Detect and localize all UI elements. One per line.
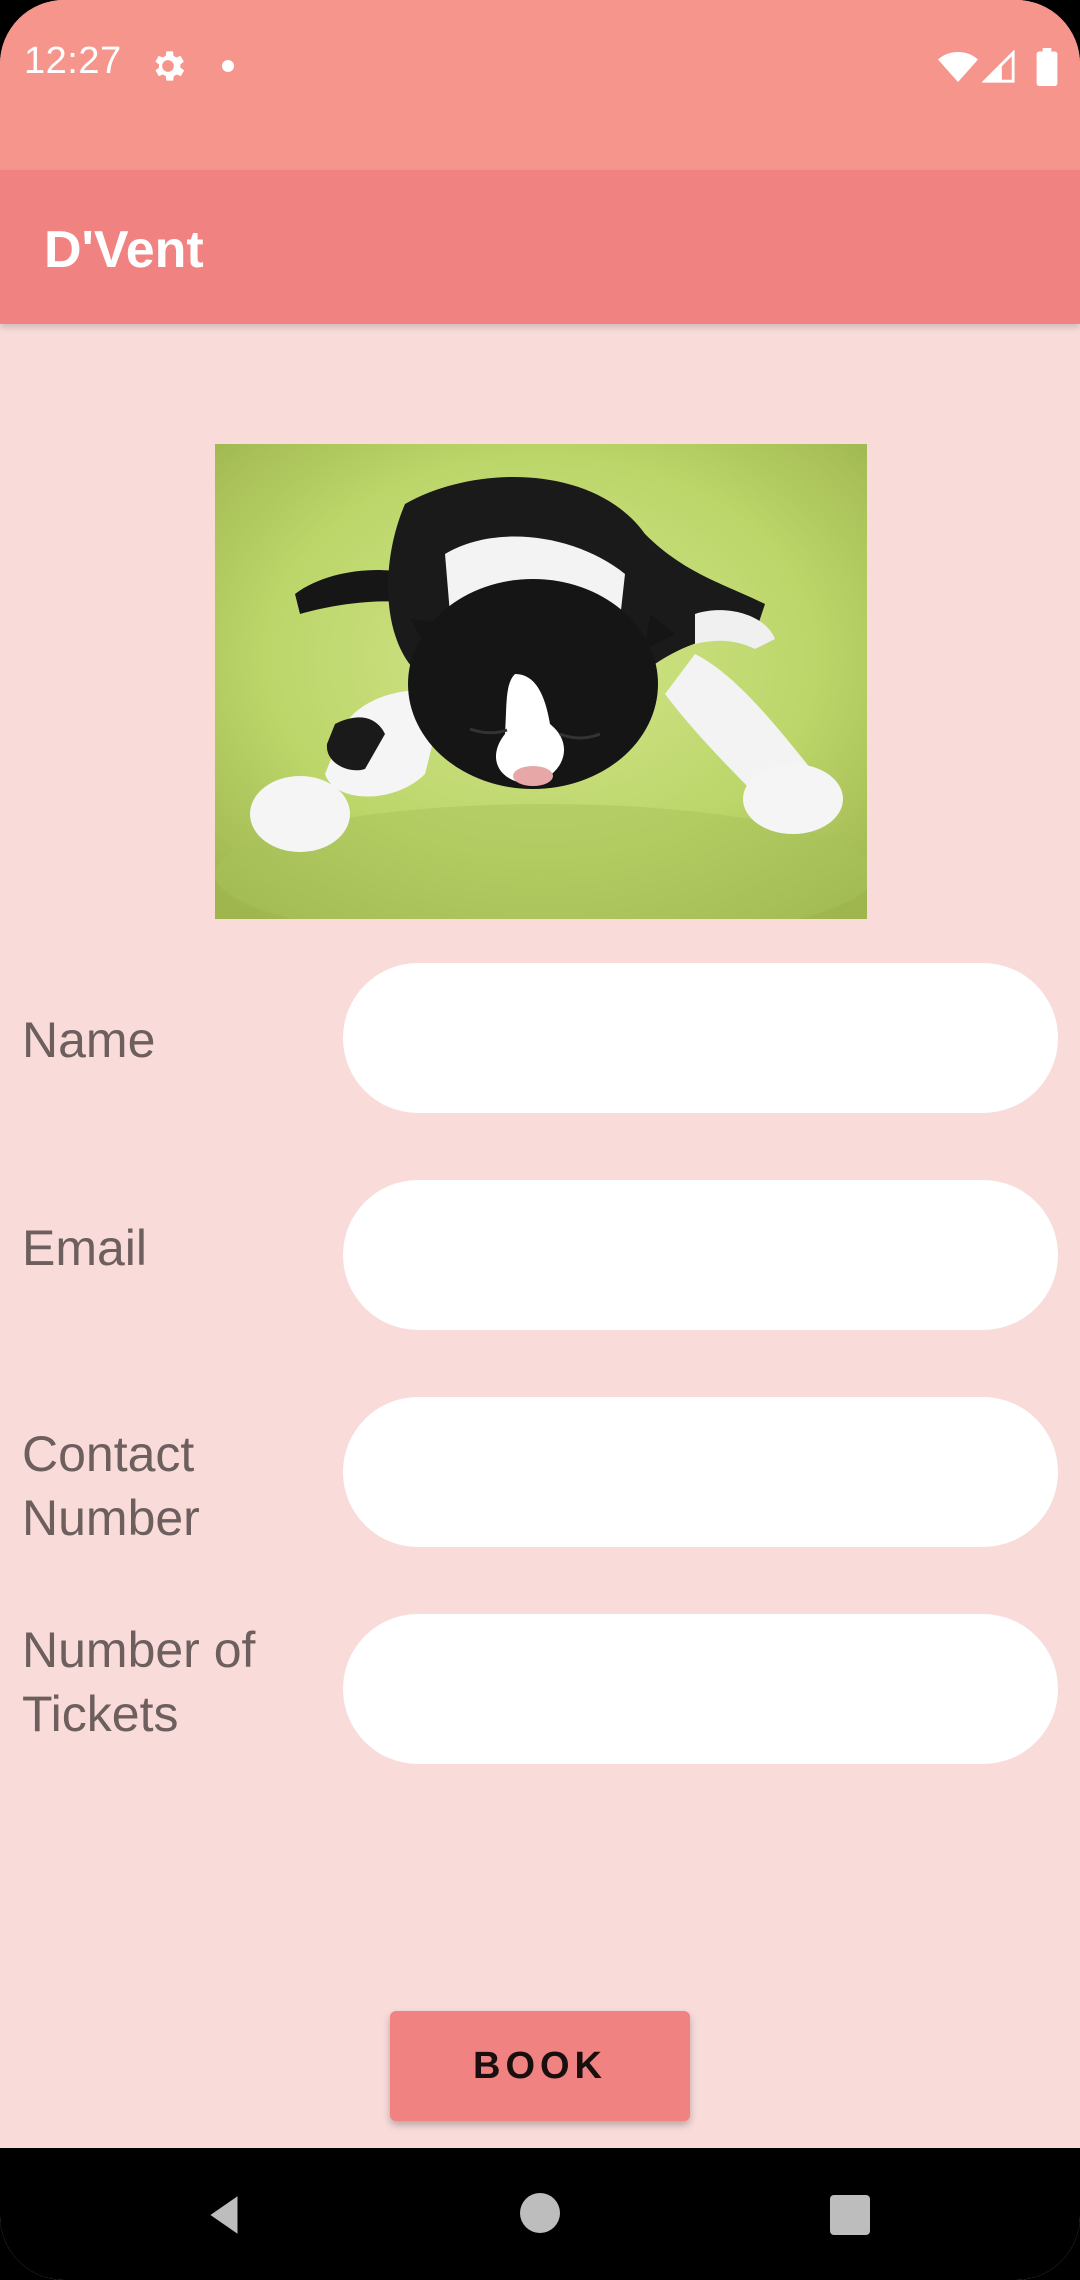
book-button[interactable]: BOOK [390,2011,690,2121]
number-of-tickets-input[interactable] [343,1614,1058,1764]
gear-icon [155,51,185,81]
app-bar: D'Vent [0,170,1080,324]
device-screen: 12:27 D'Vent Name Email Contact Number N… [0,0,1080,2280]
status-bar: 12:27 [0,0,1080,170]
contact-label-line1: Contact [22,1426,195,1482]
cat-photo [215,444,867,919]
home-icon[interactable] [520,2193,560,2233]
contact-number-label: Contact Number [22,1422,200,1550]
cat-illustration [215,444,867,919]
email-input[interactable] [343,1180,1058,1330]
tickets-label-line2: Tickets [22,1686,179,1742]
notification-dot-icon [222,60,234,72]
email-label: Email [22,1220,148,1276]
status-time: 12:27 [24,40,122,82]
back-icon[interactable] [200,2190,250,2240]
name-input[interactable] [343,963,1058,1113]
app-title: D'Vent [44,221,204,279]
contact-label-line2: Number [22,1490,200,1546]
signal-icon [982,50,1015,83]
number-of-tickets-label: Number of Tickets [22,1618,255,1746]
recents-icon[interactable] [830,2195,870,2235]
battery-icon [1036,48,1058,86]
contact-number-input[interactable] [343,1397,1058,1547]
navigation-bar [0,2148,1080,2280]
tickets-label-line1: Number of [22,1622,256,1678]
name-label: Name [22,1012,156,1068]
wifi-icon [938,52,978,82]
